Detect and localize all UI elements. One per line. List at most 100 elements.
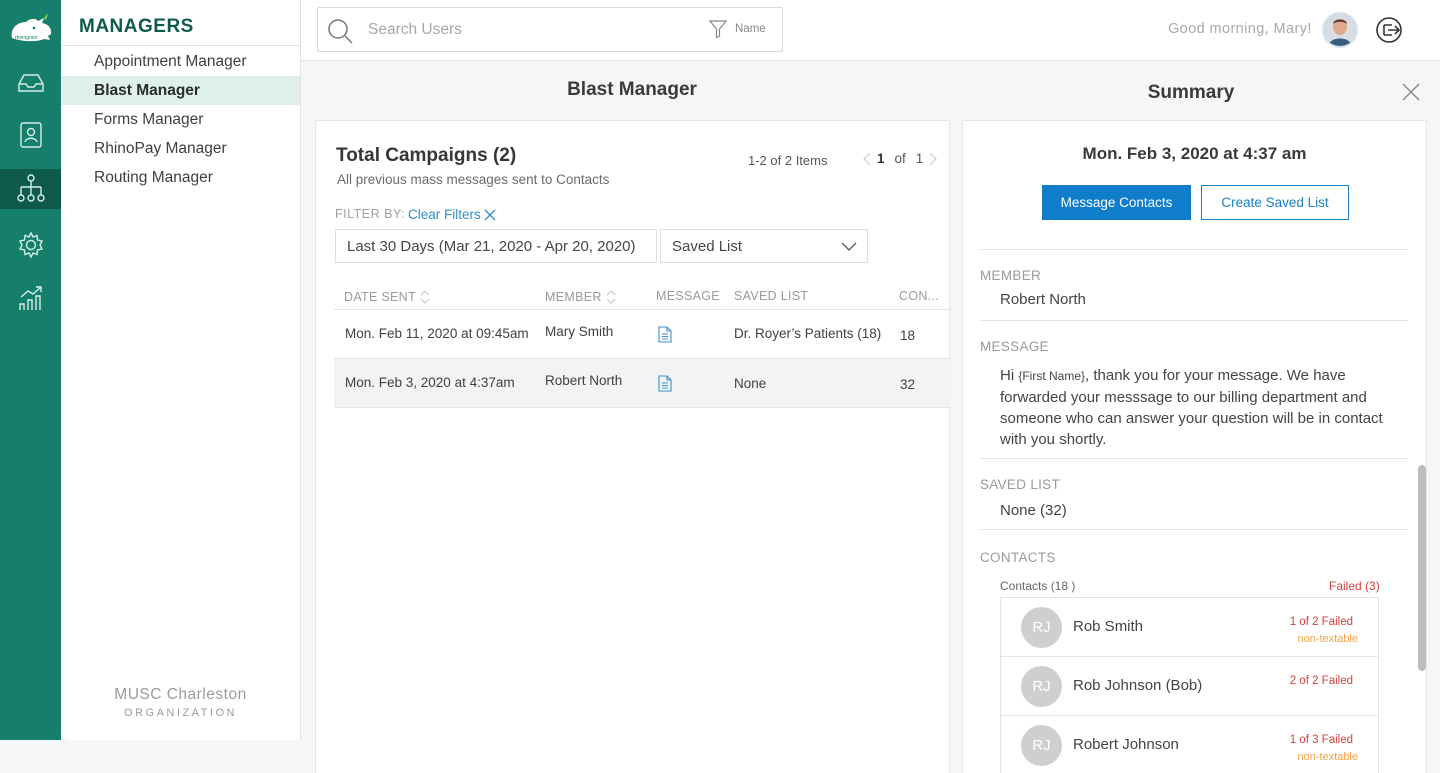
saved-list-value: None (32) [1000, 502, 1067, 519]
search-filter-label[interactable]: Name [735, 23, 766, 35]
cell-member: Mary Smith [545, 324, 614, 339]
saved-list-label: SAVED LIST [980, 477, 1061, 492]
filter-by-label: FILTER BY: [335, 207, 406, 221]
close-icon[interactable] [1402, 83, 1420, 101]
cell-member: Robert North [545, 373, 623, 388]
document-icon[interactable] [658, 326, 672, 343]
contacts-count: Contacts (18 ) [1000, 579, 1076, 593]
create-saved-list-button[interactable]: Create Saved List [1201, 185, 1349, 220]
summary-date: Mon. Feb 3, 2020 at 4:37 am [1082, 144, 1307, 163]
rail-analytics-button[interactable] [0, 278, 61, 318]
cell-saved-list: None [734, 376, 767, 391]
saved-list-select-label: Saved List [672, 238, 743, 255]
close-icon [484, 209, 496, 220]
page-total: 1 [915, 151, 924, 166]
left-rail: rhinogram [0, 0, 61, 740]
list-item[interactable]: RJ Robert Johnson 1 of 3 Failed non-text… [1001, 716, 1378, 773]
chevron-down-icon [841, 242, 857, 251]
contact-avatar: RJ [1021, 607, 1062, 648]
managers-item-rhinopay[interactable]: RhinoPay Manager [61, 134, 300, 163]
cell-date: Mon. Feb 3, 2020 at 4:37am [345, 375, 515, 390]
filter-icon[interactable] [708, 19, 728, 39]
column-member-label: MEMBER [545, 290, 602, 304]
pager-summary: 1-2 of 2 Items [748, 153, 828, 168]
avatar[interactable] [1322, 12, 1358, 48]
chevron-right-icon[interactable] [928, 152, 938, 166]
table-row[interactable]: Mon. Feb 11, 2020 at 09:45am Mary Smith … [334, 310, 951, 359]
user-photo [1324, 14, 1356, 46]
contact-failed-status: 1 of 3 Failed [1289, 734, 1353, 746]
date-range-select[interactable]: Last 30 Days (Mar 21, 2020 - Apr 20, 202… [335, 229, 657, 263]
clear-filters-label: Clear Filters [408, 207, 481, 222]
chevron-left-icon[interactable] [862, 152, 872, 166]
managers-item-blast[interactable]: Blast Manager [61, 76, 300, 105]
cell-contacts: 32 [900, 377, 916, 392]
logo-text: rhinogram [15, 35, 38, 41]
campaigns-title: Total Campaigns (2) [336, 145, 517, 166]
saved-list-select[interactable]: Saved List [660, 229, 868, 263]
rail-contacts-button[interactable] [0, 115, 61, 155]
contact-failed-status: 1 of 2 Failed [1289, 616, 1353, 628]
gear-icon [18, 231, 43, 259]
contact-failed-status: 2 of 2 Failed [1289, 675, 1353, 687]
managers-title: MANAGERS [79, 16, 194, 37]
clear-filters-button[interactable]: Clear Filters [408, 207, 496, 222]
search-icon[interactable] [326, 17, 354, 45]
search-input[interactable] [368, 21, 698, 39]
rail-settings-button[interactable] [0, 225, 61, 265]
divider [980, 529, 1408, 530]
top-header: Name Good morning, Mary! [301, 0, 1440, 61]
campaigns-table: DATE SENT MEMBER MESSAGE SAVED LIST CON.… [334, 281, 951, 408]
table-row[interactable]: Mon. Feb 3, 2020 at 4:37am Robert North … [334, 359, 951, 408]
contacts-label: CONTACTS [980, 550, 1056, 565]
column-member[interactable]: MEMBER [545, 289, 616, 305]
list-item[interactable]: RJ Rob Johnson (Bob) 2 of 2 Failed [1001, 657, 1378, 716]
document-icon[interactable] [658, 375, 672, 392]
contact-note: non-textable [1297, 751, 1358, 763]
organization-label: ORGANIZATION [124, 707, 237, 719]
cell-saved-list: Dr. Royer’s Patients (18) [734, 326, 882, 341]
message-contacts-button[interactable]: Message Contacts [1042, 185, 1191, 220]
cell-contacts: 18 [900, 328, 916, 343]
contact-avatar: RJ [1021, 666, 1062, 707]
inbox-icon [17, 74, 44, 92]
summary-panel: Mon. Feb 3, 2020 at 4:37 am Message Cont… [962, 120, 1427, 773]
column-message: MESSAGE [656, 289, 720, 303]
column-date-sent[interactable]: DATE SENT [344, 289, 430, 305]
failed-count: Failed (3) [1329, 579, 1380, 593]
message-prefix: Hi [1000, 367, 1019, 384]
sort-icon [606, 290, 616, 304]
summary-scrollbar[interactable] [1418, 465, 1426, 671]
divider [61, 45, 300, 46]
column-saved-list: SAVED LIST [734, 289, 809, 303]
rail-inbox-button[interactable] [0, 63, 61, 103]
contact-name: Rob Johnson (Bob) [1073, 677, 1203, 694]
page-title: Blast Manager [567, 79, 697, 100]
managers-list: Appointment Manager Blast Manager Forms … [61, 47, 300, 192]
page-current: 1 [877, 151, 885, 166]
contacts-icon [19, 122, 42, 148]
rhinogram-logo[interactable]: rhinogram [8, 12, 54, 46]
table-header: DATE SENT MEMBER MESSAGE SAVED LIST CON.… [334, 281, 951, 310]
contacts-list: RJ Rob Smith 1 of 2 Failed non-textable … [1000, 597, 1379, 773]
message-label: MESSAGE [980, 339, 1049, 354]
analytics-icon [18, 286, 42, 310]
managers-item-appointment[interactable]: Appointment Manager [61, 47, 300, 76]
rail-managers-button[interactable] [0, 169, 61, 209]
divider [980, 249, 1408, 250]
column-contacts: CON... [899, 289, 939, 303]
logout-icon[interactable] [1375, 15, 1403, 45]
divider [980, 320, 1408, 321]
list-item[interactable]: RJ Rob Smith 1 of 2 Failed non-textable [1001, 598, 1378, 657]
page-of: of [894, 151, 906, 166]
campaigns-subtitle: All previous mass messages sent to Conta… [337, 172, 610, 187]
greeting-text: Good morning, Mary! [1168, 21, 1312, 37]
contact-avatar: RJ [1021, 725, 1062, 766]
member-value: Robert North [1000, 291, 1086, 308]
member-label: MEMBER [980, 268, 1042, 283]
managers-item-routing[interactable]: Routing Manager [61, 163, 300, 192]
managers-item-forms[interactable]: Forms Manager [61, 105, 300, 134]
search-bar: Name [317, 7, 783, 52]
message-body: Hi {First Name}, thank you for your mess… [1000, 365, 1405, 450]
managers-panel: MANAGERS Appointment Manager Blast Manag… [61, 0, 301, 740]
